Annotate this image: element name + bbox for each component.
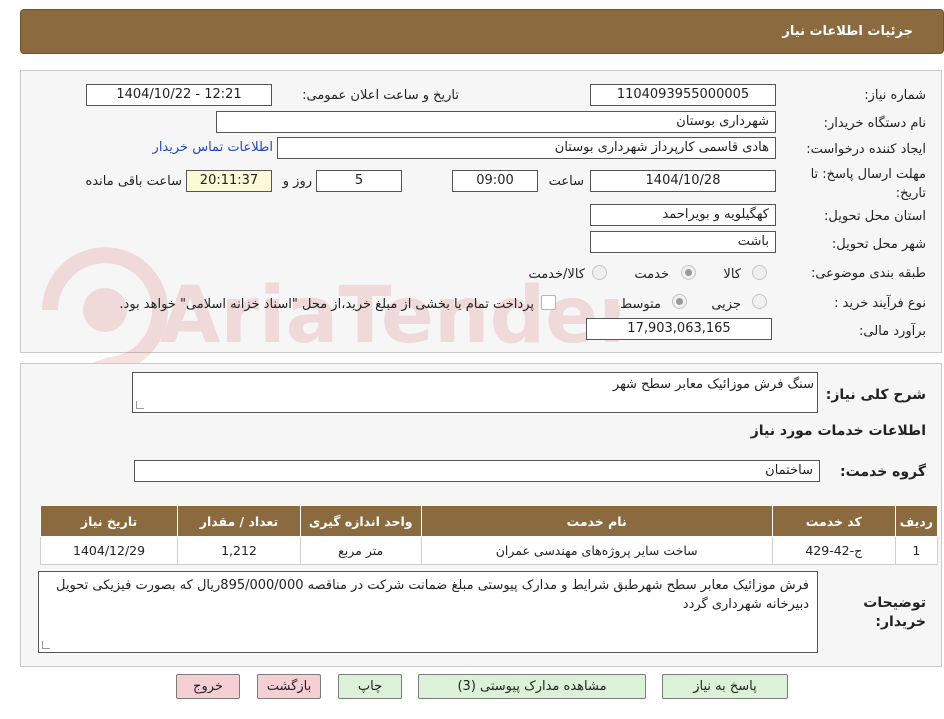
category-option-goods: کالا	[723, 267, 741, 282]
province-field: کهگیلویه و بویراحمد	[590, 204, 776, 226]
general-description-text: سنگ فرش موزائیک معابر سطح شهر	[612, 377, 814, 392]
budget-label: برآورد مالی:	[859, 324, 926, 339]
category-radio-service[interactable]	[681, 265, 696, 280]
deadline-time-field: 09:00	[452, 170, 538, 192]
col-quantity: تعداد / مقدار	[177, 505, 301, 537]
exit-button[interactable]: خروج	[176, 674, 240, 699]
services-table: ردیف کد خدمت نام خدمت واحد اندازه گیری ت…	[39, 505, 939, 565]
deadline-date-field: 1404/10/28	[590, 170, 776, 192]
category-option-goods-service: کالا/خدمت	[528, 267, 585, 282]
days-field: 5	[316, 170, 402, 192]
deadline-label-line1: مهلت ارسال پاسخ: تا	[810, 167, 926, 182]
print-button[interactable]: چاپ	[338, 674, 402, 699]
process-option-minor: جزیی	[711, 297, 741, 312]
services-heading: اطلاعات خدمات مورد نیاز	[750, 423, 926, 439]
category-radio-goods[interactable]	[752, 265, 767, 280]
deadline-label-line2: تاریخ:	[895, 186, 926, 201]
cell-quantity: 1,212	[177, 536, 301, 565]
process-radio-medium[interactable]	[672, 294, 687, 309]
deadline-label: مهلت ارسال پاسخ: تا تاریخ:	[811, 165, 926, 203]
buyer-notes-text: فرش موزائیک معابر سطح شهرطبق شرایط و مدا…	[56, 578, 809, 612]
buyer-notes-label: توضیحات خریدار:	[863, 594, 926, 632]
cell-need-date: 1404/12/29	[39, 536, 179, 565]
service-group-field: ساختمان	[134, 460, 820, 482]
view-attachments-button[interactable]: مشاهده مدارک پیوستی (3)	[418, 674, 646, 699]
general-description-label: شرح کلی نیاز:	[825, 387, 926, 403]
province-label: استان محل تحویل:	[824, 209, 926, 224]
buyer-org-field: شهرداری بوستان	[216, 111, 776, 133]
treasury-payment-checkbox[interactable]	[541, 295, 556, 310]
process-radio-minor[interactable]	[752, 294, 767, 309]
deadline-time-label: ساعت	[548, 174, 584, 189]
category-radio-goods-service[interactable]	[592, 265, 607, 280]
buyer-contact-link[interactable]: اطلاعات تماس خریدار	[153, 140, 273, 155]
table-row: 1 ج-42-429 ساخت سایر پروژه‌های مهندسی عم…	[39, 536, 939, 565]
need-number-label: شماره نیاز:	[864, 88, 926, 103]
requester-field: هادی قاسمی کارپرداز شهرداری بوستان	[277, 137, 776, 159]
resize-grip-icon[interactable]	[42, 641, 50, 649]
cell-unit: متر مربع	[299, 536, 422, 565]
col-service-code: کد خدمت	[771, 505, 896, 537]
buyer-notes-label-line2: خریدار:	[875, 614, 926, 630]
remaining-label: ساعت باقی مانده	[85, 174, 182, 189]
requester-label: ایجاد کننده درخواست:	[806, 142, 926, 157]
category-label: طبقه بندی موضوعی:	[810, 266, 926, 281]
col-service-name: نام خدمت	[420, 505, 773, 537]
service-group-label: گروه خدمت:	[840, 464, 926, 480]
buyer-org-label: نام دستگاه خریدار:	[823, 116, 926, 131]
process-label: نوع فرآیند خرید :	[834, 296, 926, 311]
city-field: باشت	[590, 231, 776, 253]
page-header: جزئیات اطلاعات نیاز	[20, 9, 944, 54]
resize-grip-icon[interactable]	[136, 401, 144, 409]
table-header-row: ردیف کد خدمت نام خدمت واحد اندازه گیری ت…	[39, 505, 939, 537]
need-number-field: 1104093955000005	[590, 84, 776, 106]
cell-service-name: ساخت سایر پروژه‌های مهندسی عمران	[420, 536, 773, 565]
days-label: روز و	[282, 174, 312, 189]
announce-label: تاریخ و ساعت اعلان عمومی:	[302, 88, 459, 103]
buyer-notes-field: فرش موزائیک معابر سطح شهرطبق شرایط و مدا…	[38, 571, 818, 653]
col-unit: واحد اندازه گیری	[299, 505, 422, 537]
buyer-notes-label-line1: توضیحات	[863, 595, 926, 611]
back-button[interactable]: بازگشت	[257, 674, 321, 699]
treasury-payment-note: پرداخت تمام یا بخشی از مبلغ خرید،از محل …	[119, 297, 534, 312]
budget-field: 17,903,063,165	[586, 318, 772, 340]
cell-service-code: ج-42-429	[771, 536, 896, 565]
reply-button[interactable]: پاسخ به نیاز	[662, 674, 788, 699]
page-title: جزئیات اطلاعات نیاز	[782, 24, 913, 39]
remaining-time-field: 20:11:37	[186, 170, 272, 192]
process-option-medium: متوسط	[620, 297, 661, 312]
col-row: ردیف	[894, 505, 939, 537]
general-description-field: سنگ فرش موزائیک معابر سطح شهر	[132, 372, 818, 413]
announce-field: 1404/10/22 - 12:21	[86, 84, 272, 106]
city-label: شهر محل تحویل:	[831, 237, 926, 252]
cell-row: 1	[894, 536, 939, 565]
col-need-date: تاریخ نیاز	[39, 505, 179, 537]
category-option-service: خدمت	[634, 267, 669, 282]
